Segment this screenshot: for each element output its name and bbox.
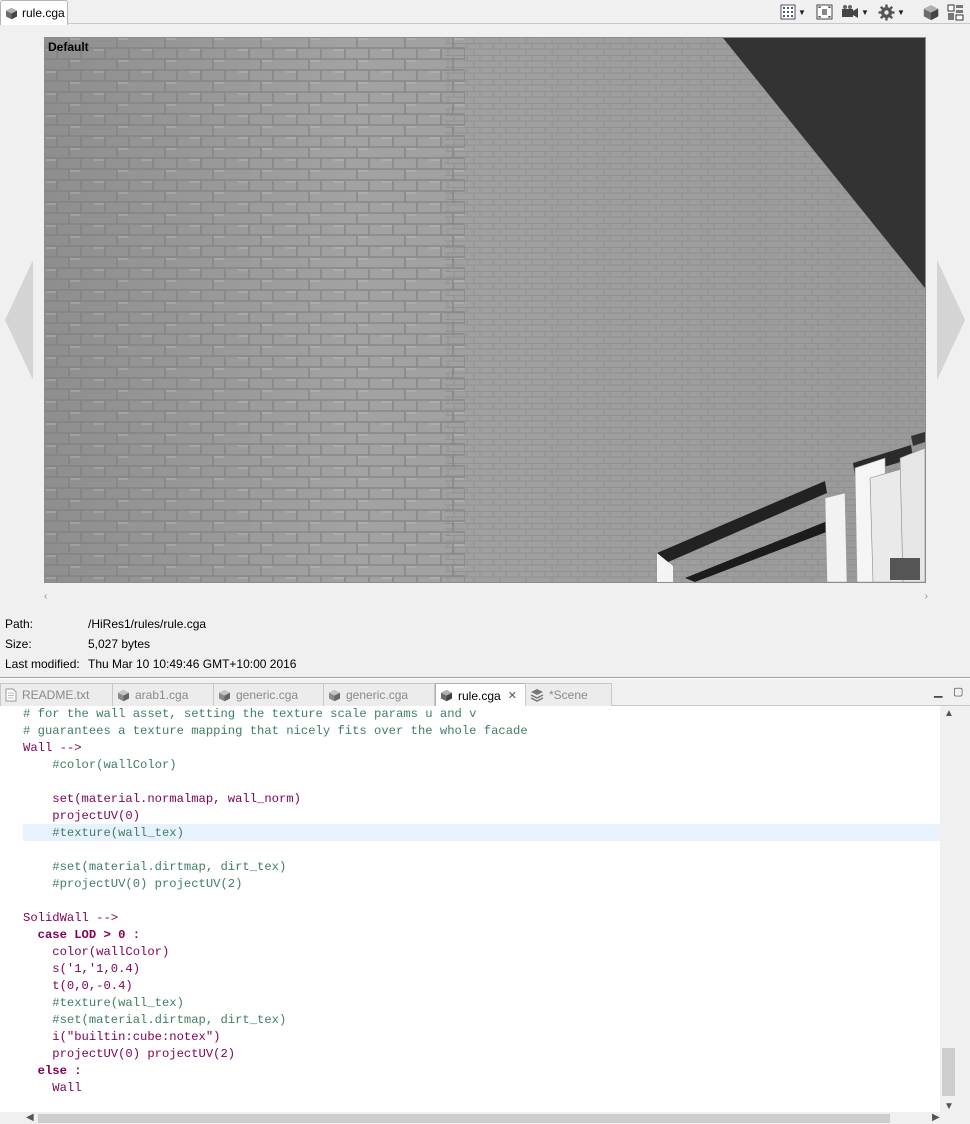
frame-icon (816, 4, 833, 20)
preview-horizontal-scrollbar[interactable]: ‹ › (44, 591, 928, 603)
scroll-left-icon[interactable]: ‹ (44, 591, 47, 602)
info-size-row: Size: 5,027 bytes (5, 635, 150, 653)
tab-label: *Scene (549, 688, 588, 702)
grid-icon (780, 4, 796, 20)
code-line-3: Wall --> (23, 741, 82, 755)
size-value: 5,027 bytes (88, 637, 151, 651)
scroll-down-icon[interactable]: ▼ (944, 1101, 954, 1112)
gear-icon (878, 4, 895, 20)
scroll-up-icon[interactable]: ▲ (944, 708, 954, 719)
tab-arab1-cga[interactable]: arab1.cga (112, 683, 214, 706)
panel-divider[interactable] (0, 677, 970, 679)
tab-scene[interactable]: *Scene (525, 683, 612, 706)
scroll-left-icon[interactable]: ◀ (26, 1112, 34, 1123)
grid-view-button[interactable]: ▼ (780, 3, 806, 21)
minimize-icon[interactable]: ▁ (934, 685, 942, 698)
file-info-panel: Path: /HiRes1/rules/rule.cga Size: 5,027… (0, 612, 970, 676)
code-line-20: i("builtin:cube:notex") (23, 1030, 221, 1044)
tab-readme-txt[interactable]: README.txt (0, 683, 113, 706)
layout-button[interactable] (947, 3, 964, 21)
cga-file-icon (218, 689, 231, 702)
settings-button[interactable]: ▼ (878, 3, 905, 21)
code-line-23: Wall (23, 1081, 82, 1095)
editor-tab-bar: README.txt arab1.cga generic.cga generic… (0, 682, 970, 707)
code-line-6: set(material.normalmap, wall_norm) (23, 792, 301, 806)
scene-layers-icon (530, 689, 544, 702)
path-value: /HiRes1/rules/rule.cga (88, 617, 207, 631)
code-line-15: color(wallColor) (23, 945, 170, 959)
tab-rule-cga-preview[interactable]: rule.cga (0, 0, 68, 25)
code-line-21: projectUV(0) projectUV(2) (23, 1047, 236, 1061)
camera-button[interactable]: ▼ (841, 3, 869, 21)
code-line-18: #texture(wall_tex) (23, 996, 184, 1010)
previous-arrow-icon[interactable] (4, 260, 34, 380)
chevron-down-icon[interactable]: ▼ (861, 8, 869, 17)
code-line-13: SolidWall --> (23, 911, 119, 925)
editor-horizontal-scrollbar[interactable]: ◀ ▶ (0, 1112, 956, 1124)
next-arrow-icon[interactable] (936, 260, 966, 380)
chevron-down-icon[interactable]: ▼ (798, 8, 806, 17)
size-label: Size: (5, 637, 32, 651)
tab-label: generic.cga (346, 688, 409, 702)
3d-viewport[interactable]: Default (44, 37, 926, 583)
code-line-2: # guarantees a texture mapping that nice… (23, 724, 528, 738)
scroll-right-icon[interactable]: › (925, 591, 928, 602)
code-line-16: s('1,'1,0.4) (23, 962, 141, 976)
layout-icon (947, 4, 964, 20)
cga-file-icon (328, 689, 341, 702)
maximize-icon[interactable]: ▢ (953, 685, 963, 698)
chevron-down-icon[interactable]: ▼ (897, 8, 905, 17)
viewport-camera-label: Default (48, 40, 89, 54)
info-modified-row: Last modified: Thu Mar 10 10:49:46 GMT+1… (5, 655, 296, 673)
cga-file-icon (5, 7, 18, 20)
preview-panel: Default ‹ › (0, 25, 970, 607)
code-line-11: #projectUV(0) projectUV(2) (23, 877, 243, 891)
frame-view-button[interactable] (816, 3, 833, 21)
tab-label: generic.cga (236, 688, 299, 702)
path-label: Path: (5, 617, 34, 631)
tab-generic-cga-2[interactable]: generic.cga (323, 683, 435, 706)
cga-file-icon (117, 689, 130, 702)
text-file-icon (5, 688, 17, 702)
scrollbar-thumb[interactable] (942, 1048, 955, 1096)
scrollbar-thumb[interactable] (38, 1114, 890, 1123)
code-line-22: else : (23, 1064, 82, 1078)
tab-label: README.txt (22, 688, 90, 702)
tab-label: rule.cga (458, 688, 501, 703)
cube-icon (923, 4, 939, 20)
code-line-19: #set(material.dirtmap, dirt_tex) (23, 1013, 287, 1027)
editor-vertical-scrollbar[interactable]: ▲ ▼ (940, 706, 956, 1112)
tab-generic-cga-1[interactable]: generic.cga (213, 683, 324, 706)
scroll-right-icon[interactable]: ▶ (932, 1112, 940, 1123)
modified-value: Thu Mar 10 10:49:46 GMT+10:00 2016 (88, 657, 297, 671)
tab-label: rule.cga (22, 6, 65, 20)
code-editor[interactable]: # for the wall asset, setting the textur… (0, 706, 940, 1112)
tab-label: arab1.cga (135, 688, 189, 702)
brick-wall-render (45, 38, 925, 582)
code-line-10: #set(material.dirtmap, dirt_tex) (23, 860, 287, 874)
code-line-14: case LOD > 0 : (23, 928, 141, 942)
model-view-button[interactable] (922, 3, 940, 21)
close-icon[interactable]: ✕ (508, 689, 517, 702)
code-line-17: t(0,0,-0.4) (23, 979, 133, 993)
code-line-4: #color(wallColor) (23, 758, 177, 772)
info-path-row: Path: /HiRes1/rules/rule.cga (5, 615, 206, 633)
camera-icon (842, 5, 858, 18)
code-line-8: #texture(wall_tex) (23, 826, 184, 840)
code-line-1: # for the wall asset, setting the textur… (23, 707, 477, 721)
modified-label: Last modified: (5, 657, 80, 671)
tab-rule-cga[interactable]: rule.cga ✕ (435, 683, 526, 707)
cga-file-icon (440, 689, 453, 702)
code-line-7: projectUV(0) (23, 809, 141, 823)
preview-tab-bar: rule.cga ▼ ▼ ▼ (0, 0, 970, 25)
